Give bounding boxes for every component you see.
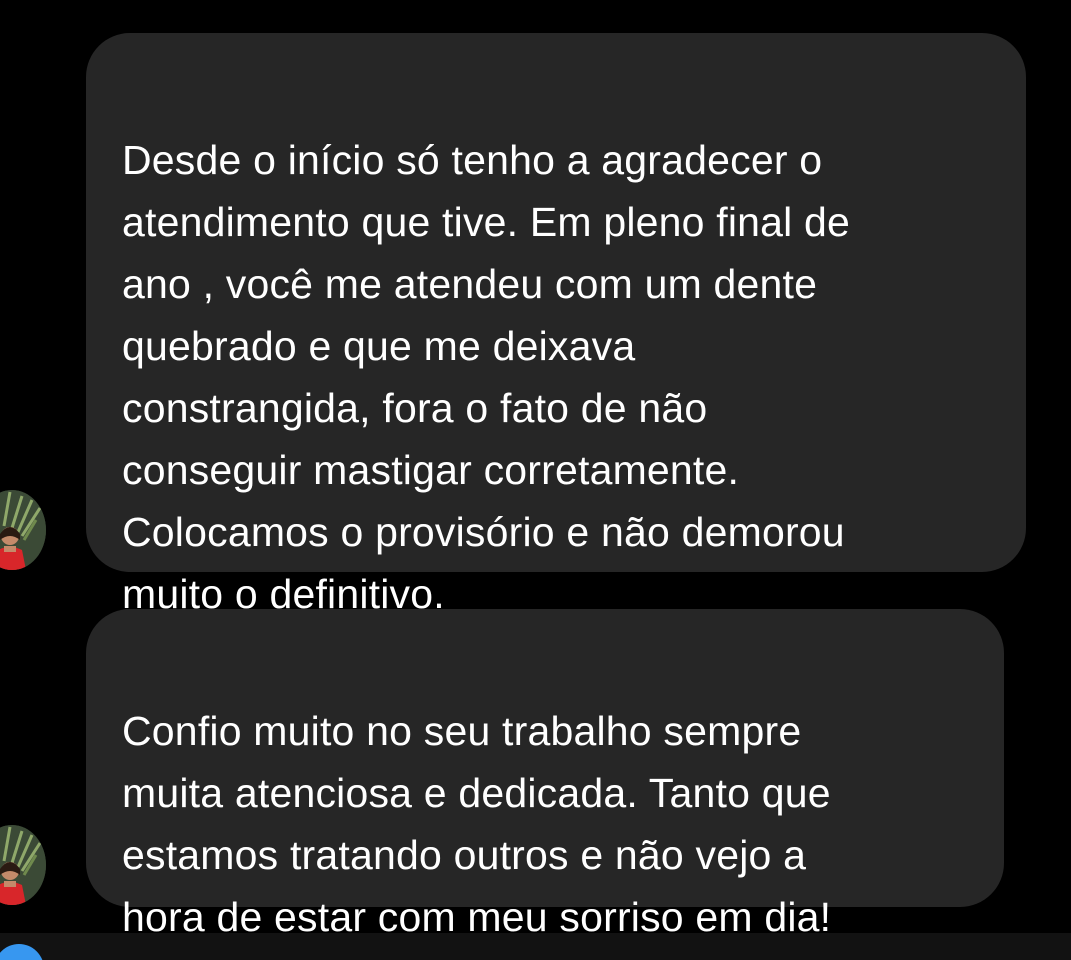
message-text: Desde o início só tenho a agradecer o at… — [122, 137, 851, 617]
sender-avatar-icon[interactable] — [0, 825, 46, 905]
chat-screen: Desde o início só tenho a agradecer o at… — [0, 0, 1071, 960]
message-bubble[interactable]: Desde o início só tenho a agradecer o at… — [86, 33, 1026, 617]
composer-bar — [0, 933, 1071, 960]
message-bubble[interactable]: Confio muito no seu trabalho sempre muit… — [86, 609, 1004, 940]
sender-avatar-icon[interactable] — [0, 490, 46, 570]
message-text: Confio muito no seu trabalho sempre muit… — [122, 708, 832, 940]
